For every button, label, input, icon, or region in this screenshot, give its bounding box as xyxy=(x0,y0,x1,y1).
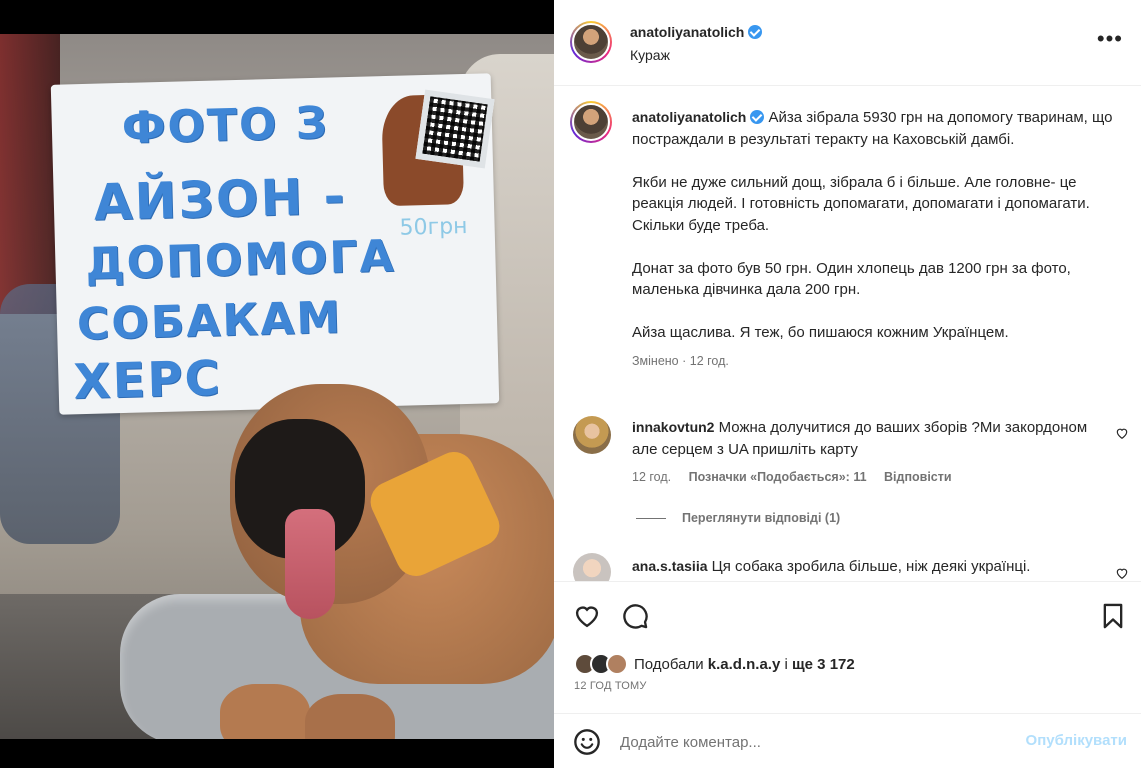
comment-item: ana.s.tasiia Ця собака зробила більше, н… xyxy=(632,555,1102,578)
heart-icon[interactable] xyxy=(1115,426,1129,440)
view-replies-label: Переглянути відповіді (1) xyxy=(682,511,841,525)
caption-text: Донат за фото був 50 грн. Один хлопець д… xyxy=(632,259,1071,299)
dog-tongue xyxy=(285,509,335,619)
bookmark-icon[interactable] xyxy=(1099,602,1127,630)
author-row: anatoliyanatolich xyxy=(630,24,763,40)
post-panel: anatoliyanatolich Кураж ••• anatoliyanat… xyxy=(554,0,1141,768)
sign-text: ДОПОМОГА xyxy=(84,230,397,290)
photo-image: ФОТО З АЙЗОН - ДОПОМОГА СОБАКАМ ХЕРС 50г… xyxy=(0,34,554,739)
dog-paw xyxy=(305,694,395,739)
comment-username[interactable]: innakovtun2 xyxy=(632,419,714,435)
comment-input[interactable] xyxy=(620,728,1010,756)
sign-text: СОБАКАМ xyxy=(76,292,343,351)
add-comment-bar: Опублікувати xyxy=(554,713,1141,768)
sign-text: ФОТО З xyxy=(121,97,330,154)
comment-item: innakovtun2 Можна долучитися до ваших зб… xyxy=(632,416,1102,461)
likes-text: Подобали k.a.d.n.a.y і ще 3 172 xyxy=(634,656,855,673)
comments-section[interactable]: anatoliyanatolich Айза зібрала 5930 грн … xyxy=(554,87,1141,581)
caption-time[interactable]: 12 год. xyxy=(690,354,729,368)
author-avatar[interactable] xyxy=(570,21,612,63)
background-shape xyxy=(0,34,60,314)
post-time[interactable]: 12 ГОД ТОМУ xyxy=(574,680,647,692)
caption-text: Якби не дуже сильний дощ, зібрала б і бі… xyxy=(632,173,1090,234)
liker-username[interactable]: k.a.d.n.a.y xyxy=(708,656,781,673)
reply-button[interactable]: Відповісти xyxy=(884,470,952,484)
verified-badge-icon xyxy=(750,110,765,124)
caption-username[interactable]: anatoliyanatolich xyxy=(632,109,746,125)
author-username[interactable]: anatoliyanatolich xyxy=(630,24,744,40)
emoji-icon[interactable] xyxy=(573,728,601,756)
post-photo[interactable]: ФОТО З АЙЗОН - ДОПОМОГА СОБАКАМ ХЕРС 50г… xyxy=(0,0,554,768)
liker-avatar xyxy=(606,653,628,675)
comment-time[interactable]: 12 год. xyxy=(632,470,671,484)
comment-icon[interactable] xyxy=(621,602,649,630)
sign-text: ХЕРС xyxy=(72,350,223,411)
more-options-icon[interactable]: ••• xyxy=(1097,28,1123,50)
caption-meta: Змінено · 12 год. xyxy=(632,354,729,368)
location-link[interactable]: Кураж xyxy=(630,47,670,63)
dog-paw xyxy=(220,684,310,739)
likes-summary[interactable]: Подобали k.a.d.n.a.y і ще 3 172 xyxy=(574,652,855,676)
caption-avatar[interactable] xyxy=(570,101,612,143)
likes-and: і xyxy=(784,655,788,673)
comment-text: Ця собака зробила більше, ніж деякі укра… xyxy=(711,558,1031,575)
caption-text: Айза щаслива. Я теж, бо пишаюся кожним У… xyxy=(632,324,1009,341)
likes-prefix: Подобали xyxy=(634,655,704,673)
view-replies-button[interactable]: Переглянути відповіді (1) xyxy=(636,511,840,525)
verified-badge-icon xyxy=(748,25,763,39)
edited-label: Змінено xyxy=(632,354,679,368)
comment-likes[interactable]: Позначки «Подобається»: 11 xyxy=(689,470,867,484)
comment-username[interactable]: ana.s.tasiia xyxy=(632,558,708,574)
likes-count[interactable]: ще 3 172 xyxy=(792,656,855,673)
qr-code xyxy=(415,89,495,169)
heart-icon[interactable] xyxy=(1115,566,1129,580)
post-actions: Подобали k.a.d.n.a.y і ще 3 172 12 ГОД Т… xyxy=(554,581,1141,707)
comment-avatar[interactable] xyxy=(573,416,611,454)
heart-icon[interactable] xyxy=(573,602,601,630)
post-header: anatoliyanatolich Кураж ••• xyxy=(554,0,1141,86)
comment-meta: 12 год. Позначки «Подобається»: 11 Відпо… xyxy=(632,470,966,484)
sign-price: 50грн xyxy=(399,213,468,241)
comment-avatar[interactable] xyxy=(573,553,611,581)
publish-button[interactable]: Опублікувати xyxy=(1026,732,1127,749)
sign-text: АЙЗОН - xyxy=(93,167,348,232)
caption: anatoliyanatolich Айза зібрала 5930 грн … xyxy=(632,107,1122,373)
